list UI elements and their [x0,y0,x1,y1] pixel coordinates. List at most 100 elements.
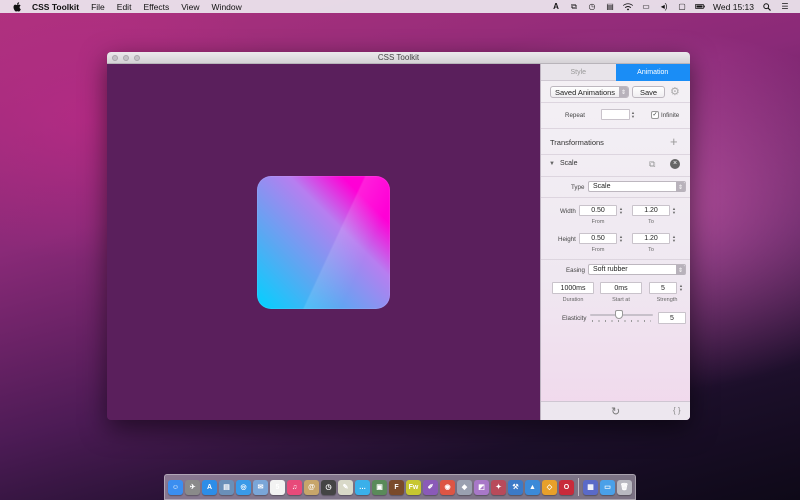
tab-style[interactable]: Style [541,64,616,81]
gear-icon[interactable]: ⚙ [670,85,680,98]
apple-menu-icon[interactable] [12,1,22,12]
photos-icon[interactable]: ▣ [372,479,387,495]
add-transformation-icon[interactable]: + [670,134,678,149]
trash-icon[interactable]: 🗑 [617,479,632,495]
dock-separator [578,478,579,496]
saved-animations-select[interactable]: Saved Animations ⇕ [550,86,629,98]
menu-app-name[interactable]: CSS Toolkit [32,2,79,12]
infinite-label: Infinite [661,112,680,119]
chevron-down-icon: ⇕ [676,265,685,275]
app-window: CSS Toolkit Style Animation Saved Animat… [107,52,690,420]
menu-window[interactable]: Window [212,2,242,12]
menu-file[interactable]: File [91,2,105,12]
remove-transform-icon[interactable]: × [670,159,680,169]
width-from-stepper[interactable]: ▲ ▼ [618,205,624,216]
repeat-stepper[interactable]: ▲ ▼ [630,109,636,120]
panel-bottom-bar: ↻ { } [541,401,690,420]
sketch-icon[interactable]: ◇ [542,479,557,495]
wifi-icon[interactable] [623,2,634,11]
height-to-input[interactable]: 1.20 [632,233,670,244]
list-icon[interactable]: ☰ [780,2,790,11]
battery-icon[interactable] [695,3,705,11]
minimize-window-button[interactable] [123,55,129,61]
width-from-input[interactable]: 0.50 [579,205,617,216]
volume-icon[interactable]: ◂) [659,2,669,11]
start-at-input[interactable]: 0ms [600,282,642,294]
search-icon[interactable] [762,2,772,11]
start-at-caption: Start at [612,297,630,303]
type-select[interactable]: Scale ⇕ [588,181,686,192]
strength-input[interactable]: 5 [649,282,677,294]
keynote-icon[interactable]: ▲ [525,479,540,495]
chevron-down-icon: ⇕ [619,87,628,97]
menu-edit[interactable]: Edit [117,2,132,12]
clock-app-icon[interactable]: ◷ [321,479,336,495]
app-store-icon[interactable]: A [202,479,217,495]
slider-ticks [592,320,651,322]
preview-icon[interactable]: ▤ [219,479,234,495]
close-window-button[interactable] [112,55,118,61]
menu-view[interactable]: View [181,2,199,12]
easing-select[interactable]: Soft rubber ⇕ [588,264,686,275]
box-icon[interactable]: ⧉ [569,2,579,11]
menubar-clock[interactable]: Wed 15:13 [713,2,754,12]
messages-icon[interactable]: … [355,479,370,495]
width-to-input[interactable]: 1.20 [632,205,670,216]
clock-icon[interactable]: ◷ [587,2,597,11]
itunes-icon[interactable]: ♫ [287,479,302,495]
input-source-icon[interactable]: ▢ [677,2,687,11]
fontbook-icon[interactable]: F [389,479,404,495]
duplicate-icon[interactable]: ⧉ [649,159,655,170]
height-from-input[interactable]: 0.50 [579,233,617,244]
infinite-checkbox[interactable]: ✓ [651,111,659,119]
width-to-stepper[interactable]: ▲ ▼ [671,205,677,216]
adobe-icon[interactable]: A [551,2,561,11]
mail-icon[interactable]: ✉ [253,479,268,495]
elasticity-label: Elasticity [562,315,587,322]
folder-icon[interactable]: ▦ [583,479,598,495]
textedit-icon[interactable]: ✎ [338,479,353,495]
dock: ☺ ✈ A ▤ ◎ ✉ 5 ♫ @ ◷ ✎… ▣ F Fw ✐ ◉ ◆ ◩ ✦ ⚒ ▲ ◇ O ▦ ▭ 🗑 [164,474,636,500]
brush-icon[interactable]: ✦ [491,479,506,495]
disclosure-triangle-icon[interactable]: ▼ [549,161,555,167]
elasticity-input[interactable]: 5 [658,312,686,324]
height-to-stepper[interactable]: ▲ ▼ [671,233,677,244]
repeat-input[interactable] [601,109,630,120]
tab-animation[interactable]: Animation [615,64,690,81]
gem-icon[interactable]: ◆ [457,479,472,495]
slider-thumb[interactable] [615,310,623,319]
title-bar[interactable]: CSS Toolkit [107,52,690,64]
image-tool-icon[interactable]: ◩ [474,479,489,495]
preview-canvas[interactable] [107,64,540,420]
finder-icon[interactable]: ☺ [168,479,183,495]
save-button[interactable]: Save [632,86,665,98]
refresh-icon[interactable]: ↻ [611,405,620,418]
saved-animations-label: Saved Animations [555,87,616,97]
xcode-icon[interactable]: ⚒ [508,479,523,495]
duration-input[interactable]: 1000ms [552,282,594,294]
height-from-stepper[interactable]: ▲ ▼ [618,233,624,244]
easing-label: Easing [566,267,585,274]
launchpad-icon[interactable]: ✈ [185,479,200,495]
strength-stepper[interactable]: ▲ ▼ [678,282,684,293]
script-icon[interactable]: ▤ [605,2,615,11]
fireworks-icon[interactable]: Fw [406,479,421,495]
chrome-icon[interactable]: ◉ [440,479,455,495]
edit-icon[interactable]: ✐ [423,479,438,495]
calendar-icon[interactable]: 5 [270,479,285,495]
animated-preview-box[interactable] [257,176,390,309]
zoom-window-button[interactable] [134,55,140,61]
safari-icon[interactable]: ◎ [236,479,251,495]
divider [541,197,690,198]
code-view-button[interactable]: { } [673,406,681,415]
transform-name: Scale [560,160,578,167]
contacts-icon[interactable]: @ [304,479,319,495]
elasticity-slider[interactable] [590,310,653,324]
opera-icon[interactable]: O [559,479,574,495]
airplay-icon[interactable]: ▭ [641,2,651,11]
window-controls [112,55,140,61]
width-label: Width [560,208,576,215]
chevron-down-icon: ⇕ [676,182,685,192]
downloads-icon[interactable]: ▭ [600,479,615,495]
menu-effects[interactable]: Effects [143,2,169,12]
